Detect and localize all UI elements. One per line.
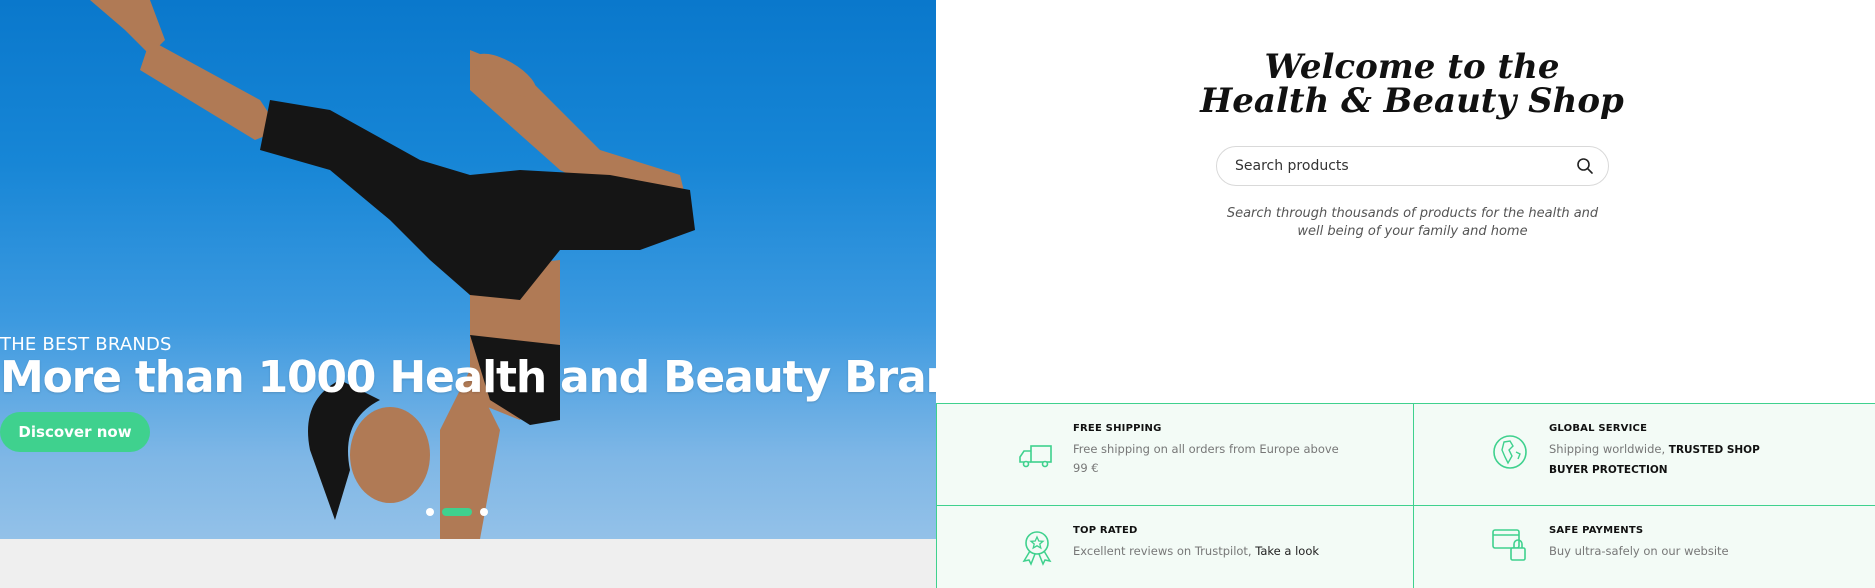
feature-top-rated-text: Excellent reviews on Trustpilot, Take a …: [1073, 542, 1373, 561]
search-icon[interactable]: [1576, 157, 1594, 175]
below-hero-strip: [0, 539, 936, 588]
feature-free-shipping: FREE SHIPPING Free shipping on all order…: [937, 404, 1413, 505]
feature-safe-payments-text: Buy ultra-safely on our website: [1549, 544, 1729, 558]
feature-top-rated: TOP RATED Excellent reviews on Trustpilo…: [937, 506, 1413, 588]
feature-top-rated-text-prefix: Excellent reviews on Trustpilot,: [1073, 544, 1256, 558]
discover-now-button[interactable]: Discover now: [0, 412, 150, 452]
welcome-line-2: Health & Beauty Shop: [1200, 81, 1624, 121]
feature-global-service: GLOBAL SERVICE Shipping worldwide, TRUST…: [1414, 404, 1875, 505]
welcome-heading: Welcome to the Health & Beauty Shop: [1187, 50, 1637, 118]
feature-top-rated-title: TOP RATED: [1073, 525, 1138, 536]
take-a-look-link[interactable]: Take a look: [1255, 544, 1319, 558]
search-help-text: Search through thousands of products for…: [1226, 206, 1599, 239]
secure-card-icon: [1492, 529, 1526, 561]
slider-dots: [426, 508, 488, 516]
truck-icon: [1019, 445, 1052, 468]
feature-global-service-text: Shipping worldwide, TRUSTED SHOP BUYER P…: [1549, 440, 1799, 480]
slide-dot-2-active[interactable]: [442, 508, 472, 516]
globe-icon: [1493, 435, 1527, 469]
feature-global-service-title: GLOBAL SERVICE: [1549, 423, 1648, 434]
slide-dot-3[interactable]: [480, 508, 488, 516]
feature-free-shipping-text: Free shipping on all orders from Europe …: [1073, 442, 1339, 475]
hero-slider: THE BEST BRANDS More than 1000 Health an…: [0, 0, 936, 539]
search-bar: [1216, 146, 1609, 186]
feature-free-shipping-title: FREE SHIPPING: [1073, 423, 1162, 434]
features-grid: FREE SHIPPING Free shipping on all order…: [936, 403, 1875, 588]
feature-safe-payments-title: SAFE PAYMENTS: [1549, 525, 1644, 536]
slide-dot-1[interactable]: [426, 508, 434, 516]
hero-image: [90, 0, 695, 539]
feature-global-service-text-prefix: Shipping worldwide,: [1549, 442, 1669, 456]
search-input[interactable]: [1235, 147, 1555, 185]
feature-safe-payments: SAFE PAYMENTS Buy ultra-safely on our we…: [1414, 506, 1875, 588]
hero-title: More than 1000 Health and Beauty Brands: [0, 352, 936, 403]
award-badge-icon: [1022, 531, 1052, 566]
